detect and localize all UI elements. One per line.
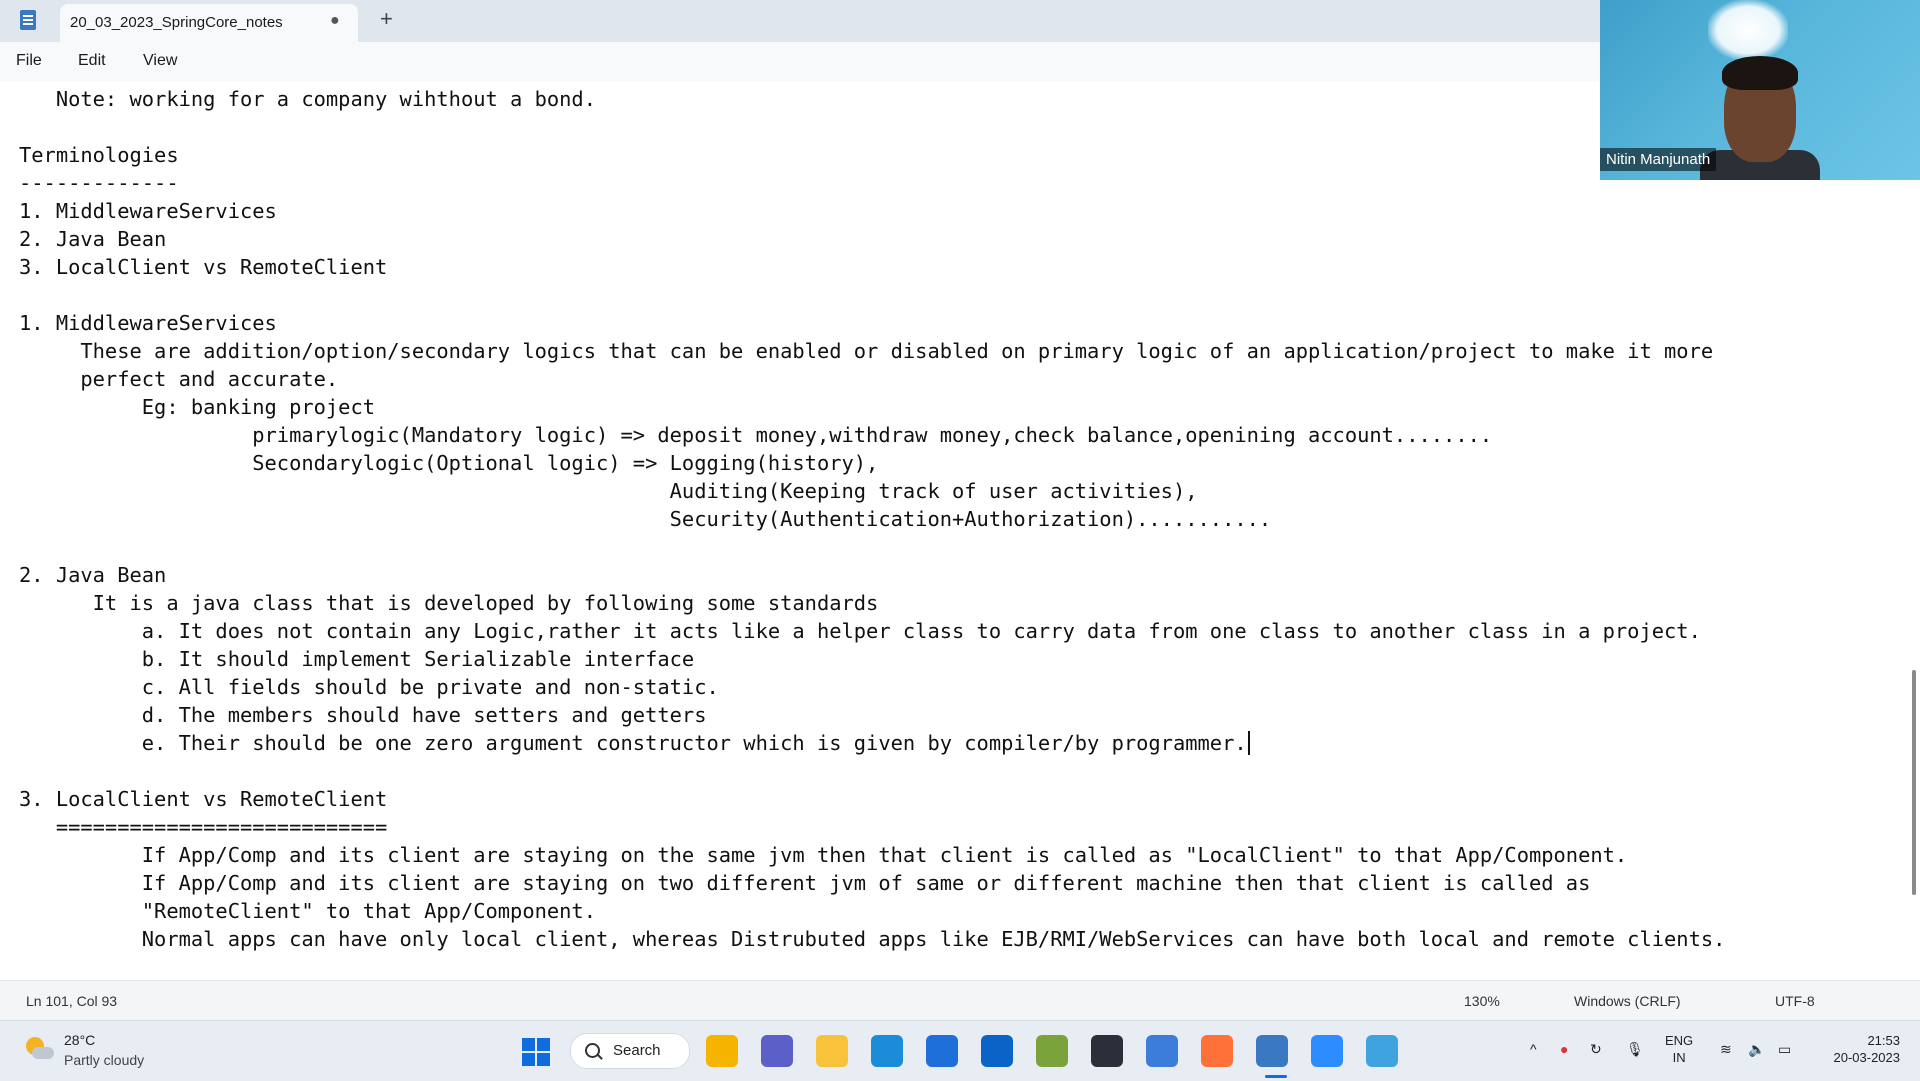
text-line[interactable]: perfect and accurate. (19, 365, 1725, 393)
clock-date: 20-03-2023 (1833, 1050, 1901, 1065)
lang-line-2: IN (1672, 1050, 1686, 1065)
text-line[interactable]: a. It does not contain any Logic,rather … (19, 617, 1725, 645)
zoom-icon[interactable] (1311, 1035, 1343, 1067)
text-editor[interactable]: Note: working for a company wihthout a b… (0, 82, 1906, 980)
text-line[interactable]: d. The members should have setters and g… (19, 701, 1725, 729)
text-line[interactable]: e. Their should be one zero argument con… (19, 729, 1725, 757)
text-line[interactable]: Note: working for a company wihthout a b… (19, 85, 1725, 113)
text-line[interactable]: primarylogic(Mandatory logic) => deposit… (19, 421, 1725, 449)
text-line[interactable]: Eg: banking project (19, 393, 1725, 421)
search-label: Search (613, 1042, 661, 1059)
app-icon[interactable] (1366, 1035, 1398, 1067)
text-line[interactable]: It is a java class that is developed by … (19, 589, 1725, 617)
mail-icon[interactable] (981, 1035, 1013, 1067)
text-line[interactable]: Auditing(Keeping track of user activitie… (19, 477, 1725, 505)
tab-document[interactable]: 20_03_2023_SpringCore_notes ● (60, 4, 358, 42)
participant-hair (1722, 56, 1798, 90)
text-line[interactable]: Security(Authentication+Authorization)..… (19, 505, 1725, 533)
video-feed: Nitin Manjunath (1600, 0, 1920, 180)
editor-text[interactable]: Note: working for a company wihthout a b… (19, 85, 1725, 953)
clock-time: 21:53 (1867, 1033, 1900, 1048)
text-line[interactable]: 3. LocalClient vs RemoteClient (19, 253, 1725, 281)
text-line[interactable]: c. All fields should be private and non-… (19, 673, 1725, 701)
taskbar: 28°C Partly cloudy Search ^ ● ↻ 🎙 ENG IN… (0, 1020, 1920, 1081)
text-line[interactable]: 1. MiddlewareServices (19, 197, 1725, 225)
text-line[interactable]: If App/Comp and its client are staying o… (19, 869, 1725, 897)
line-ending[interactable]: Windows (CRLF) (1574, 993, 1681, 1009)
microphone-icon[interactable]: 🎙 (1626, 1041, 1644, 1058)
wifi-icon[interactable]: ≋ (1720, 1041, 1732, 1058)
text-line[interactable]: If App/Comp and its client are staying o… (19, 841, 1725, 869)
text-line[interactable]: "RemoteClient" to that App/Component. (19, 897, 1725, 925)
lang-line-1: ENG (1665, 1033, 1694, 1048)
participant-name: Nitin Manjunath (1600, 148, 1717, 171)
text-line[interactable]: 3. LocalClient vs RemoteClient (19, 785, 1725, 813)
weather-icon[interactable] (24, 1035, 54, 1065)
notepad-icon[interactable] (1256, 1035, 1288, 1067)
chevron-up-icon[interactable]: ^ (1530, 1041, 1537, 1057)
volume-icon[interactable]: 🔈 (1748, 1041, 1765, 1058)
text-line[interactable]: ------------- (19, 169, 1725, 197)
scrollbar-thumb[interactable] (1912, 670, 1916, 895)
status-bar: Ln 101, Col 93 130% Windows (CRLF) UTF-8 (0, 980, 1920, 1021)
edge-icon[interactable] (871, 1035, 903, 1067)
text-line[interactable] (19, 757, 1725, 785)
text-line[interactable]: 2. Java Bean (19, 225, 1725, 253)
search-icon (585, 1043, 600, 1058)
text-line[interactable] (19, 113, 1725, 141)
firefox-icon[interactable] (1201, 1035, 1233, 1067)
language-indicator[interactable]: ENG IN (1665, 1032, 1693, 1066)
text-line[interactable]: 1. MiddlewareServices (19, 309, 1725, 337)
active-app-indicator (1265, 1075, 1287, 1078)
menu-edit[interactable]: Edit (78, 52, 106, 70)
text-line[interactable]: Secondarylogic(Optional logic) => Loggin… (19, 449, 1725, 477)
sync-icon[interactable]: ↻ (1590, 1041, 1602, 1058)
teams-chat-icon[interactable] (761, 1035, 793, 1067)
text-line[interactable]: =========================== (19, 813, 1725, 841)
text-line[interactable] (19, 533, 1725, 561)
menu-view[interactable]: View (143, 52, 177, 70)
menu-bar: File Edit View (0, 42, 1600, 83)
tray-app-icon[interactable]: ● (1560, 1041, 1568, 1057)
text-line[interactable]: 2. Java Bean (19, 561, 1725, 589)
clock[interactable]: 21:53 20-03-2023 (1816, 1032, 1901, 1066)
text-caret (1247, 731, 1250, 755)
menu-file[interactable]: File (16, 52, 42, 70)
app-icon[interactable] (1036, 1035, 1068, 1067)
taskbar-search[interactable]: Search (570, 1033, 690, 1069)
folder-icon[interactable] (816, 1035, 848, 1067)
app-icon[interactable] (1091, 1035, 1123, 1067)
file-explorer-icon[interactable] (706, 1035, 738, 1067)
text-line[interactable]: Normal apps can have only local client, … (19, 925, 1726, 953)
weather-temperature[interactable]: 28°C (64, 1032, 95, 1048)
weather-description[interactable]: Partly cloudy (64, 1052, 144, 1068)
battery-icon[interactable]: ▭ (1778, 1041, 1791, 1058)
title-bar: 20_03_2023_SpringCore_notes ● + (0, 0, 1600, 42)
text-line[interactable]: b. It should implement Serializable inte… (19, 645, 1725, 673)
new-tab-button[interactable]: + (380, 6, 393, 32)
text-line[interactable]: These are addition/option/secondary logi… (19, 337, 1725, 365)
unsaved-dot-icon[interactable]: ● (330, 12, 340, 30)
zoom-level[interactable]: 130% (1464, 993, 1500, 1009)
cursor-position: Ln 101, Col 93 (26, 993, 118, 1009)
tab-title: 20_03_2023_SpringCore_notes (70, 14, 283, 31)
start-button[interactable] (522, 1038, 550, 1066)
encoding[interactable]: UTF-8 (1775, 993, 1815, 1009)
app-icon[interactable] (1146, 1035, 1178, 1067)
store-icon[interactable] (926, 1035, 958, 1067)
notepad-icon (20, 10, 36, 30)
text-line[interactable] (19, 281, 1725, 309)
text-line[interactable]: Terminologies (19, 141, 1725, 169)
lamp-light (1708, 0, 1788, 60)
